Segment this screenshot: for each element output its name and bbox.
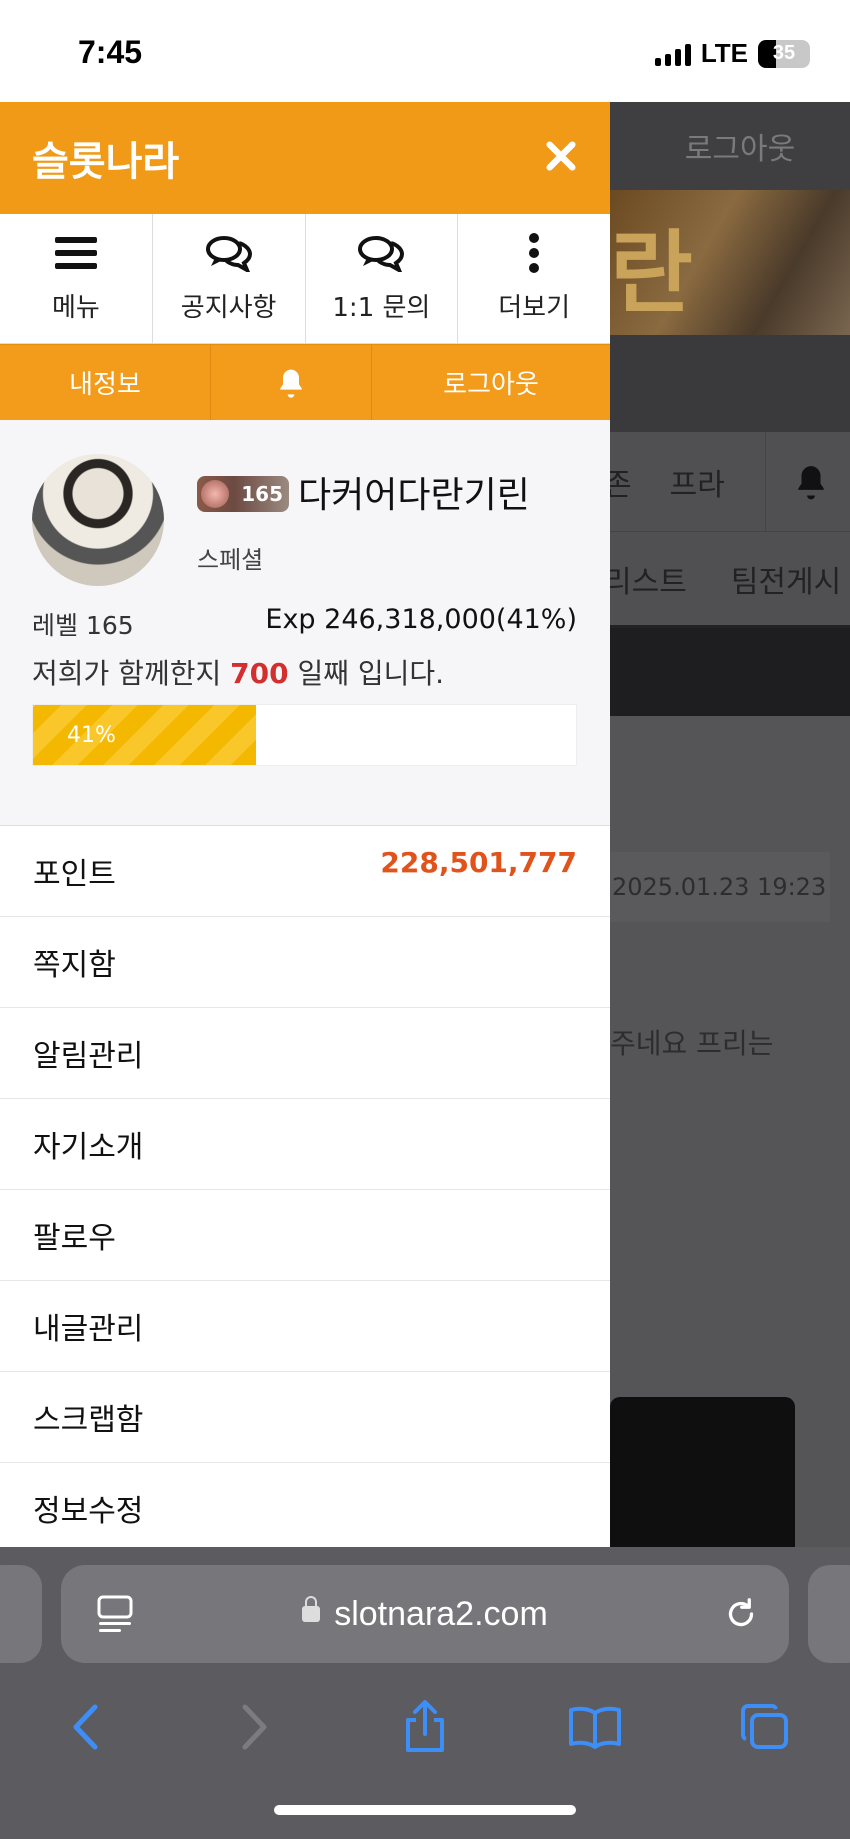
status-time: 7:45 bbox=[78, 34, 143, 70]
level-label: 레벨 165 bbox=[32, 611, 134, 640]
quick-menu-item-menu[interactable]: 메뉴 bbox=[0, 214, 153, 343]
exp-label: Exp 246,318,000(41%) bbox=[265, 604, 577, 635]
chevron-left-icon bbox=[73, 1704, 98, 1750]
hamburger-icon bbox=[54, 233, 97, 273]
background-text: 주네요 프리는 bbox=[610, 1027, 774, 1060]
more-vertical-icon bbox=[527, 233, 541, 273]
background-strip bbox=[610, 628, 850, 716]
account-bar: 내정보 로그아웃 bbox=[0, 344, 610, 420]
days-value: 700 bbox=[230, 657, 289, 690]
avatar bbox=[32, 454, 164, 586]
chevron-right-icon bbox=[242, 1704, 267, 1750]
home-indicator bbox=[274, 1805, 576, 1815]
url-text: slotnara2.com bbox=[334, 1594, 548, 1633]
level-badge-number: 165 bbox=[241, 482, 283, 506]
points-value: 228,501,777 bbox=[380, 846, 577, 879]
days-together: 저희가 함께한지 700 일째 입니다. bbox=[32, 652, 444, 692]
exp-progress-fill: 41% bbox=[33, 705, 256, 765]
reload-icon[interactable] bbox=[723, 1595, 759, 1637]
background-logout-link: 로그아웃 bbox=[610, 102, 850, 190]
previous-tab-preview[interactable] bbox=[0, 1565, 42, 1663]
menu-item-label: 쪽지함 bbox=[33, 948, 116, 983]
quick-menu-label: 공지사항 bbox=[180, 293, 277, 323]
status-indicators: LTE 35 bbox=[654, 38, 810, 69]
browser-bottom-bar: slotnara2.com bbox=[0, 1547, 850, 1839]
chat-bubbles-icon bbox=[205, 233, 253, 273]
bg-nav-item: 프라 bbox=[669, 467, 725, 503]
quick-menu-label: 1:1 문의 bbox=[332, 293, 431, 323]
menu-item-label: 스크랩함 bbox=[33, 1403, 144, 1438]
background-date: 2025.01.23 19:23 bbox=[610, 852, 830, 922]
bg-nav2-item: 리스트 bbox=[610, 564, 687, 600]
share-button[interactable] bbox=[385, 1697, 465, 1757]
background-nav-2: 리스트 팀전게시 bbox=[610, 532, 850, 628]
days-suffix: 일째 입니다. bbox=[288, 657, 445, 690]
logout-button[interactable]: 로그아웃 bbox=[372, 345, 610, 420]
drawer-header: 슬롯나라 bbox=[0, 102, 610, 214]
menu-item-edit-profile[interactable]: 정보수정 bbox=[0, 1463, 610, 1547]
forward-button[interactable] bbox=[215, 1697, 295, 1757]
share-icon bbox=[406, 1700, 444, 1752]
background-banner: 란 bbox=[610, 190, 850, 335]
status-bar: 7:45 LTE 35 bbox=[0, 0, 850, 102]
background-nav: 존 프라 bbox=[610, 431, 850, 532]
menu-item-messages[interactable]: 쪽지함 bbox=[0, 917, 610, 1008]
quick-menu-item-more[interactable]: 더보기 bbox=[458, 214, 610, 343]
level-badge: 165 bbox=[197, 476, 289, 512]
drawer-menu-list: 포인트 228,501,777 쪽지함 알림관리 자기소개 팔로우 내글관리 스… bbox=[0, 826, 610, 1547]
menu-item-label: 포인트 bbox=[33, 857, 116, 892]
notification-button[interactable] bbox=[211, 345, 372, 420]
quick-menu: 메뉴 공지사항 1:1 문의 더보기 bbox=[0, 214, 610, 344]
side-drawer: 슬롯나라 메뉴 공지사항 1:1 문의 더보기 내정보 로그아웃 165 다커어… bbox=[0, 102, 610, 1547]
back-button[interactable] bbox=[45, 1697, 125, 1757]
menu-item-follow[interactable]: 팔로우 bbox=[0, 1190, 610, 1281]
banner-text: 란 bbox=[610, 221, 693, 326]
menu-item-notification-settings[interactable]: 알림관리 bbox=[0, 1008, 610, 1099]
bg-nav-item: 존 bbox=[610, 467, 632, 503]
menu-item-my-posts[interactable]: 내글관리 bbox=[0, 1281, 610, 1372]
url-display: slotnara2.com bbox=[61, 1595, 789, 1634]
menu-item-scraps[interactable]: 스크랩함 bbox=[0, 1372, 610, 1463]
my-info-button[interactable]: 내정보 bbox=[0, 345, 211, 420]
level-gem-icon bbox=[201, 480, 229, 508]
battery-level: 35 bbox=[772, 42, 796, 64]
address-bar[interactable]: slotnara2.com bbox=[61, 1565, 789, 1663]
menu-item-label: 자기소개 bbox=[33, 1130, 144, 1165]
chat-bubbles-icon bbox=[357, 233, 405, 273]
menu-item-label: 팔로우 bbox=[33, 1221, 116, 1256]
background-page: 로그아웃 란 존 프라 리스트 팀전게시 2025.01.23 19:23 주네… bbox=[610, 102, 850, 1547]
menu-item-label: 알림관리 bbox=[33, 1039, 144, 1074]
exp-progress-label: 41% bbox=[67, 722, 116, 748]
browser-toolbar bbox=[0, 1687, 850, 1767]
background-video bbox=[610, 1397, 795, 1547]
bell-icon bbox=[280, 369, 302, 398]
nickname: 다커어다란기린 bbox=[298, 475, 530, 516]
menu-item-label: 정보수정 bbox=[33, 1494, 144, 1529]
drawer-title: 슬롯나라 bbox=[32, 139, 180, 185]
menu-item-label: 내글관리 bbox=[33, 1312, 144, 1347]
quick-menu-label: 더보기 bbox=[498, 293, 570, 323]
menu-item-points[interactable]: 포인트 228,501,777 bbox=[0, 826, 610, 917]
bg-bell-icon bbox=[764, 431, 830, 532]
network-type: LTE bbox=[700, 38, 748, 68]
lock-icon bbox=[302, 1595, 321, 1622]
quick-menu-item-inquiry[interactable]: 1:1 문의 bbox=[306, 214, 459, 343]
background-strip bbox=[610, 335, 850, 432]
quick-menu-item-notice[interactable]: 공지사항 bbox=[153, 214, 306, 343]
next-tab-preview[interactable] bbox=[808, 1565, 850, 1663]
bg-nav2-item: 팀전게시 bbox=[730, 564, 842, 600]
member-grade: 스페셜 bbox=[197, 546, 264, 574]
bookmarks-button[interactable] bbox=[555, 1697, 635, 1757]
exp-progress-bar: 41% bbox=[32, 704, 577, 766]
close-icon[interactable] bbox=[544, 133, 578, 184]
days-prefix: 저희가 함께한지 bbox=[32, 657, 231, 690]
profile-card: 165 다커어다란기린 스페셜 레벨 165 Exp 246,318,000(4… bbox=[0, 420, 610, 826]
tabs-button[interactable] bbox=[725, 1697, 805, 1757]
cellular-signal-icon bbox=[654, 42, 691, 66]
quick-menu-label: 메뉴 bbox=[51, 293, 100, 323]
book-icon bbox=[569, 1706, 621, 1749]
tabs-icon bbox=[741, 1704, 788, 1749]
battery-icon: 35 bbox=[758, 39, 810, 68]
menu-item-self-introduction[interactable]: 자기소개 bbox=[0, 1099, 610, 1190]
